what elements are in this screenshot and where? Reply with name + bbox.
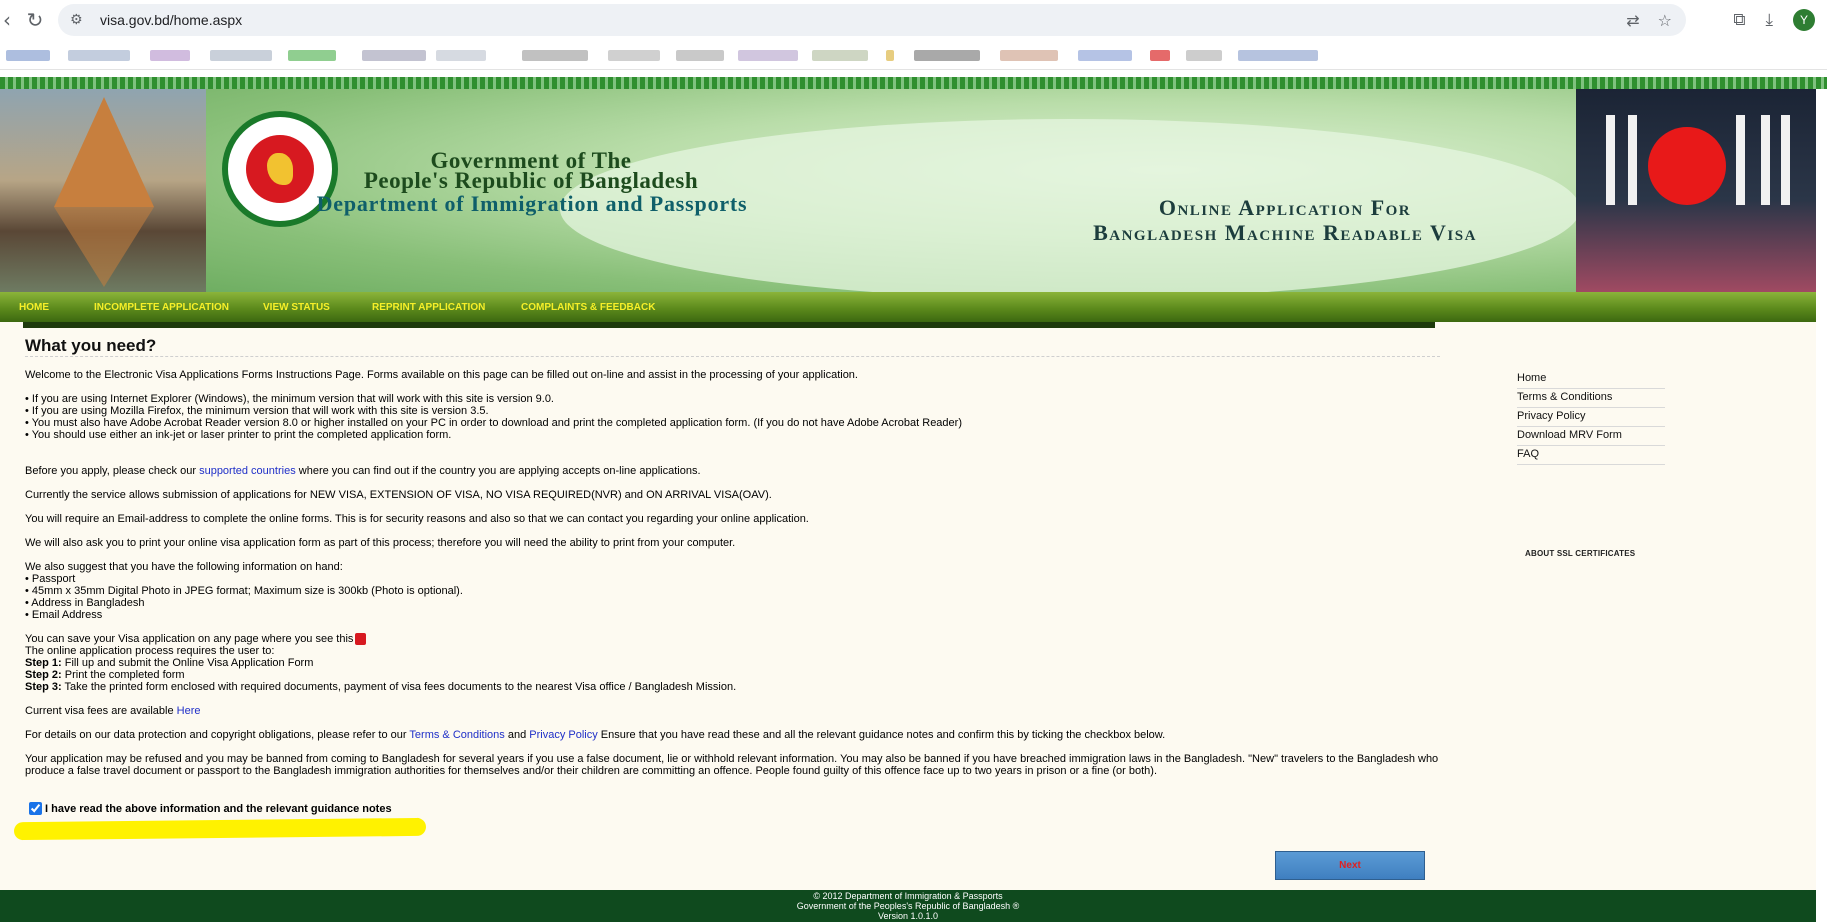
title-divider xyxy=(25,356,1440,357)
menu-incomplete-application[interactable]: INCOMPLETE APPLICATION xyxy=(94,302,229,313)
privacy-link[interactable]: Privacy Policy xyxy=(529,729,597,741)
next-button[interactable]: Next xyxy=(1275,851,1425,880)
bookmark-item[interactable] xyxy=(914,50,980,61)
bookmark-item[interactable] xyxy=(436,50,486,61)
bookmark-item[interactable] xyxy=(1000,50,1058,61)
sidebar-item-terms[interactable]: Terms & Conditions xyxy=(1517,389,1665,408)
print-text: We will also ask you to print your onlin… xyxy=(25,537,736,549)
browser-toolbar: ‹ ↻ ⚙ visa.gov.bd/home.aspx ⇄ ☆ ⧉ ⤓ Y xyxy=(0,0,1827,40)
download-icon[interactable]: ⤓ xyxy=(1765,10,1773,30)
sidebar-links: Home Terms & Conditions Privacy Policy D… xyxy=(1517,370,1665,465)
fees-here-link[interactable]: Here xyxy=(177,705,201,717)
header-banner: Government of The People's Republic of B… xyxy=(0,89,1816,292)
requirements-list: • If you are using Internet Explorer (Wi… xyxy=(25,393,962,441)
terms-link[interactable]: Terms & Conditions xyxy=(409,729,504,741)
top-stripe xyxy=(0,77,1827,89)
bookmark-item[interactable] xyxy=(608,50,660,61)
process-section: You can save your Visa application on an… xyxy=(25,633,737,693)
sidebar-item-faq[interactable]: FAQ xyxy=(1517,446,1665,465)
menu-reprint-application[interactable]: REPRINT APPLICATION xyxy=(372,302,485,313)
star-icon[interactable]: ☆ xyxy=(1658,11,1672,30)
bookmark-item[interactable] xyxy=(886,50,894,61)
translate-icon[interactable]: ⇄ xyxy=(1626,11,1639,30)
monument-photo xyxy=(0,89,206,292)
bookmark-item[interactable] xyxy=(738,50,798,61)
page-title: What you need? xyxy=(25,336,157,355)
guidance-checkbox[interactable] xyxy=(29,802,42,815)
bookmark-item[interactable] xyxy=(1186,50,1222,61)
sidebar-item-download-form[interactable]: Download MRV Form xyxy=(1517,427,1665,446)
save-icon xyxy=(355,633,367,645)
bookmark-item[interactable] xyxy=(362,50,426,61)
reload-icon[interactable]: ↻ xyxy=(18,3,52,37)
online-application-title: Online Application For Bangladesh Machin… xyxy=(1093,195,1477,245)
bookmark-item[interactable] xyxy=(676,50,724,61)
info-list: We also suggest that you have the follow… xyxy=(25,561,463,621)
before-apply-text: Before you apply, please check our suppo… xyxy=(25,465,701,477)
url-text[interactable]: visa.gov.bd/home.aspx xyxy=(100,12,242,28)
avatar[interactable]: Y xyxy=(1793,9,1815,31)
main-content: What you need? Welcome to the Electronic… xyxy=(25,336,1440,789)
bookmark-item[interactable] xyxy=(6,50,50,61)
bookmark-item[interactable] xyxy=(812,50,868,61)
service-text: Currently the service allows submission … xyxy=(25,489,772,501)
menu-view-status[interactable]: VIEW STATUS xyxy=(263,302,330,313)
guidance-confirmation[interactable]: I have read the above information and th… xyxy=(29,802,392,815)
bookmark-item[interactable] xyxy=(68,50,130,61)
back-icon[interactable]: ‹ xyxy=(0,3,14,37)
bookmark-item[interactable] xyxy=(1238,50,1318,61)
bookmark-item[interactable] xyxy=(150,50,190,61)
department-title: Department of Immigration and Passports xyxy=(316,191,748,216)
extensions-icon[interactable]: ⧉ xyxy=(1733,10,1745,30)
bookmark-item[interactable] xyxy=(522,50,588,61)
welcome-text: Welcome to the Electronic Visa Applicati… xyxy=(25,369,858,381)
bookmark-item[interactable] xyxy=(1078,50,1132,61)
ssl-certificates-link[interactable]: ABOUT SSL CERTIFICATES xyxy=(1525,549,1635,558)
sidebar-item-privacy[interactable]: Privacy Policy xyxy=(1517,408,1665,427)
menu-complaints-feedback[interactable]: COMPLAINTS & FEEDBACK xyxy=(521,302,655,313)
fees-text: Current visa fees are available Here xyxy=(25,705,201,717)
supported-countries-link[interactable]: supported countries xyxy=(199,465,296,477)
bookmarks-bar xyxy=(0,40,1827,70)
main-menu: HOME INCOMPLETE APPLICATION VIEW STATUS … xyxy=(0,292,1816,322)
warning-text: Your application may be refused and you … xyxy=(25,753,1439,777)
government-title: Government of The People's Republic of B… xyxy=(363,148,699,193)
email-text: You will require an Email-address to com… xyxy=(25,513,809,525)
bookmark-item[interactable] xyxy=(210,50,272,61)
footer: © 2012 Department of Immigration & Passp… xyxy=(0,890,1816,922)
shaheed-minar-photo xyxy=(1576,89,1816,292)
bookmark-item[interactable] xyxy=(288,50,336,61)
site-info-icon[interactable]: ⚙ xyxy=(70,12,92,28)
sidebar-item-home[interactable]: Home xyxy=(1517,370,1665,389)
address-bar[interactable]: ⚙ visa.gov.bd/home.aspx ⇄ ☆ xyxy=(58,4,1686,36)
bookmark-item[interactable] xyxy=(1150,50,1170,61)
data-protection-text: For details on our data protection and c… xyxy=(25,729,1166,741)
menu-home[interactable]: HOME xyxy=(19,302,49,313)
